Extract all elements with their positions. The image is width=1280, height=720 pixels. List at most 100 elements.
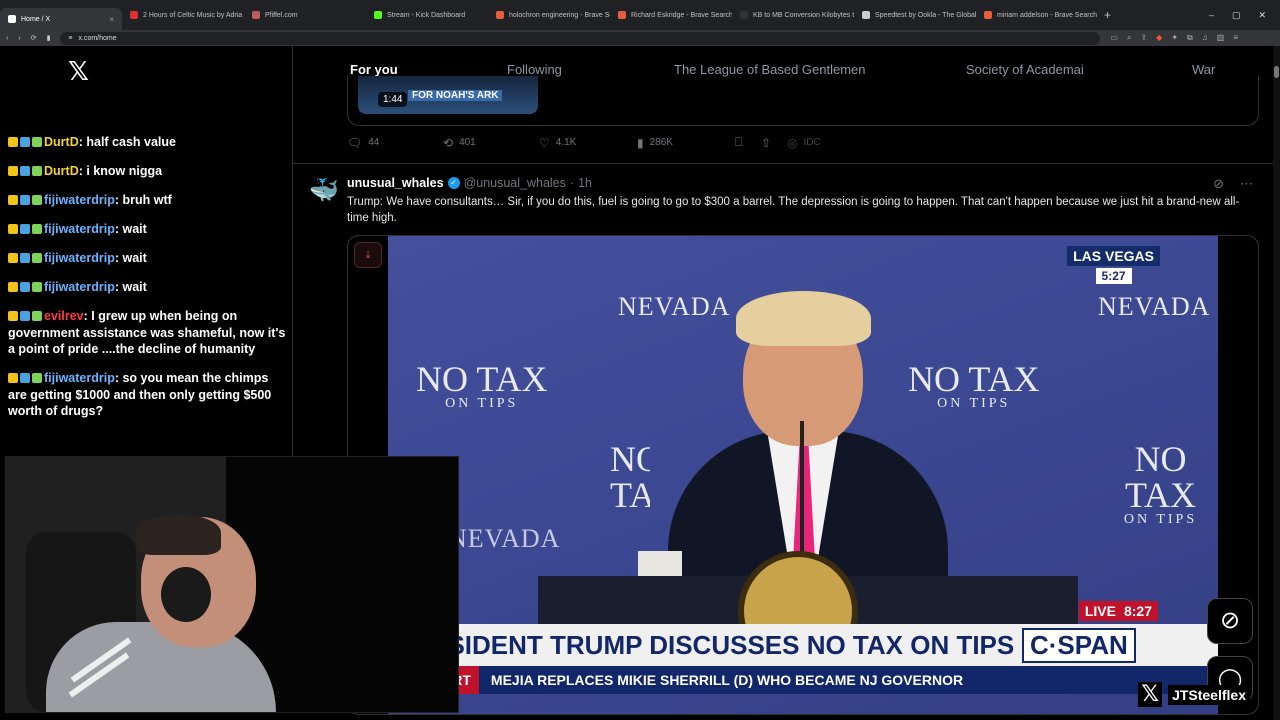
dot-separator: · <box>569 176 575 190</box>
browser-tab-bar: Home / X × 2 Hours of Celtic Music by Adri… <box>0 0 1280 30</box>
site-info-icon[interactable]: ≡ <box>68 35 72 42</box>
zoom-icon[interactable]: ⌕ <box>1127 33 1131 43</box>
extensions-icon[interactable]: ⧉ <box>1187 33 1193 43</box>
chat-text: half cash value <box>86 135 176 149</box>
tab-war[interactable]: War <box>1192 62 1215 77</box>
browser-tab[interactable]: holochron engineering - Brave Sear <box>488 4 610 26</box>
menu-icon[interactable]: ≡ <box>1233 33 1238 43</box>
toolbar-icons: ▭ ⌕ ⇪ ◆ ✦ ⧉ ♫ ▥ ≡ <box>1110 33 1238 43</box>
maximize-icon[interactable]: ▢ <box>1232 10 1241 21</box>
stream-watermark: 𝕏 JTSteelflex <box>1138 682 1250 707</box>
chat-message: fijiwaterdrip: so you mean the chimps ar… <box>8 370 272 418</box>
network-logo: C·SPAN <box>1022 627 1136 663</box>
chat-username[interactable]: fijiwaterdrip <box>44 251 115 265</box>
post-video[interactable]: ⤓ NEVADA NO TAX ON TIPS NO TAX ON TIPS NEV… <box>347 235 1259 715</box>
browser-tab[interactable]: KB to MB Conversion Kilobytes to M <box>732 4 854 26</box>
browser-tab[interactable]: Richard Eskridge - Brave Search <box>610 4 732 26</box>
video-frame[interactable]: NEVADA NO TAX ON TIPS NO TAX ON TIPS NEVAD… <box>388 236 1218 714</box>
repost-button[interactable]: ⟲ 401 <box>443 136 539 150</box>
browser-tab[interactable]: Stream - Kick Dashboard <box>366 4 488 26</box>
reply-button[interactable]: 🗨 44 <box>347 136 443 150</box>
avatar[interactable]: 🐳 <box>307 174 341 208</box>
tab-society-of-academai[interactable]: Society of Academai <box>966 62 1084 77</box>
like-button[interactable]: ♡ 4.1K <box>539 136 637 150</box>
back-icon[interactable]: ‹ <box>6 35 8 42</box>
previous-post-media[interactable]: FOR NOAH'S ARK 1:44 <box>347 76 1259 126</box>
reply-icon: 🗨 <box>347 135 363 150</box>
tab-league-of-based-gentlemen[interactable]: The League of Based Gentlemen <box>674 62 866 77</box>
extension-button[interactable]: ◎ IDC <box>787 136 821 150</box>
share-button[interactable]: ⇧ <box>761 136 787 150</box>
author-name[interactable]: unusual_whales <box>347 176 444 190</box>
minimize-icon[interactable]: – <box>1209 10 1214 21</box>
video-duration: 1:44 <box>378 92 408 107</box>
music-icon[interactable]: ♫ <box>1202 33 1208 43</box>
chat-badges-icon <box>8 192 44 209</box>
verified-badge-icon: ✓ <box>447 177 460 189</box>
chat-username[interactable]: fijiwaterdrip <box>44 193 115 207</box>
grok-button[interactable]: ⊘ <box>1207 598 1253 644</box>
x-logo-icon: 𝕏 <box>1138 682 1163 707</box>
browser-tab[interactable]: Pfiffel.com <box>244 4 366 26</box>
tab-label: miriam addelson - Brave Search <box>997 11 1097 19</box>
tab-label: Speedtest by Ookla - The Global Bro <box>875 11 976 19</box>
chat-username[interactable]: fijiwaterdrip <box>44 280 115 294</box>
close-tab-icon[interactable]: × <box>109 15 114 24</box>
post-header: unusual_whales ✓ @unusual_whales · 1h <box>347 176 592 190</box>
views-button[interactable]: ▮ 286K <box>637 136 735 150</box>
backdrop-sign: NO TAX ON TIPS <box>416 359 548 411</box>
chat-username[interactable]: fijiwaterdrip <box>44 371 115 385</box>
sidebar-icon[interactable]: ▥ <box>1217 33 1225 43</box>
bookmark-button[interactable]: ⎕ <box>735 135 761 150</box>
chat-text: wait <box>122 280 147 294</box>
chat-message: evilrev: I grew up when being on governm… <box>8 309 286 356</box>
news-ticker: ION ALERT MEJIA REPLACES MIKIE SHERRILL … <box>388 666 1218 694</box>
chat-badges-icon <box>8 370 44 387</box>
grok-icon[interactable]: ⊘ <box>1213 176 1224 192</box>
brave-shield-icon[interactable]: ◆ <box>1156 33 1162 43</box>
browser-tab[interactable]: Home / X × <box>0 8 122 30</box>
scrollbar-thumb[interactable] <box>1274 66 1279 78</box>
forward-icon[interactable]: › <box>18 35 20 42</box>
browser-tab[interactable]: Speedtest by Ookla - The Global Bro <box>854 4 976 26</box>
chat-username[interactable]: DurtD <box>44 135 79 149</box>
tab-following[interactable]: Following <box>507 62 562 77</box>
tab-favicon-icon <box>252 11 260 19</box>
grok-icon: ⊘ <box>1219 607 1241 634</box>
post-header-actions: ⊘ ⋯ <box>1213 176 1253 192</box>
tab-favicon-icon <box>740 11 748 19</box>
chat-text: wait <box>122 222 147 236</box>
chat-badges-icon <box>8 163 44 180</box>
tab-label: Richard Eskridge - Brave Search <box>631 11 732 19</box>
x-logo-icon[interactable]: 𝕏 <box>68 57 89 87</box>
tab-for-you[interactable]: For you <box>350 62 398 77</box>
download-icon[interactable]: ⤓ <box>354 242 382 268</box>
chat-text: bruh wtf <box>122 193 172 207</box>
address-bar[interactable]: ≡ x.com/home <box>60 31 1101 45</box>
post-time[interactable]: 1h <box>578 176 592 190</box>
browser-tab[interactable]: 2 Hours of Celtic Music by Adria <box>122 4 244 26</box>
chat-message: fijiwaterdrip: wait <box>8 279 288 296</box>
reader-icon[interactable]: ▭ <box>1110 33 1118 43</box>
more-options-icon[interactable]: ⋯ <box>1240 176 1253 192</box>
author-handle[interactable]: @unusual_whales <box>464 176 566 190</box>
chat-badges-icon <box>8 250 44 267</box>
share-icon[interactable]: ⇪ <box>1140 33 1147 43</box>
tab-favicon-icon <box>8 15 16 23</box>
close-window-icon[interactable]: ✕ <box>1258 10 1266 21</box>
scrollbar[interactable] <box>1273 46 1280 720</box>
extension-label: IDC <box>803 137 821 148</box>
share-icon: ⇧ <box>761 135 772 150</box>
browser-toolbar: ‹ › ⟳ ▮ ≡ x.com/home ▭ ⌕ ⇪ ◆ ✦ ⧉ ♫ ▥ ≡ <box>0 30 1280 46</box>
chat-username[interactable]: fijiwaterdrip <box>44 222 115 236</box>
reload-icon[interactable]: ⟳ <box>31 34 37 42</box>
extension-icon[interactable]: ✦ <box>1171 33 1178 43</box>
tab-favicon-icon <box>130 11 138 19</box>
browser-tab[interactable]: miriam addelson - Brave Search <box>976 4 1098 26</box>
chat-username[interactable]: DurtD <box>44 164 79 178</box>
backdrop-sign: NEVADA <box>448 524 561 553</box>
chat-text: i know nigga <box>86 164 163 178</box>
chat-username[interactable]: evilrev <box>44 309 84 323</box>
bookmark-icon[interactable]: ▮ <box>47 34 51 42</box>
new-tab-icon[interactable]: + <box>1104 8 1111 22</box>
